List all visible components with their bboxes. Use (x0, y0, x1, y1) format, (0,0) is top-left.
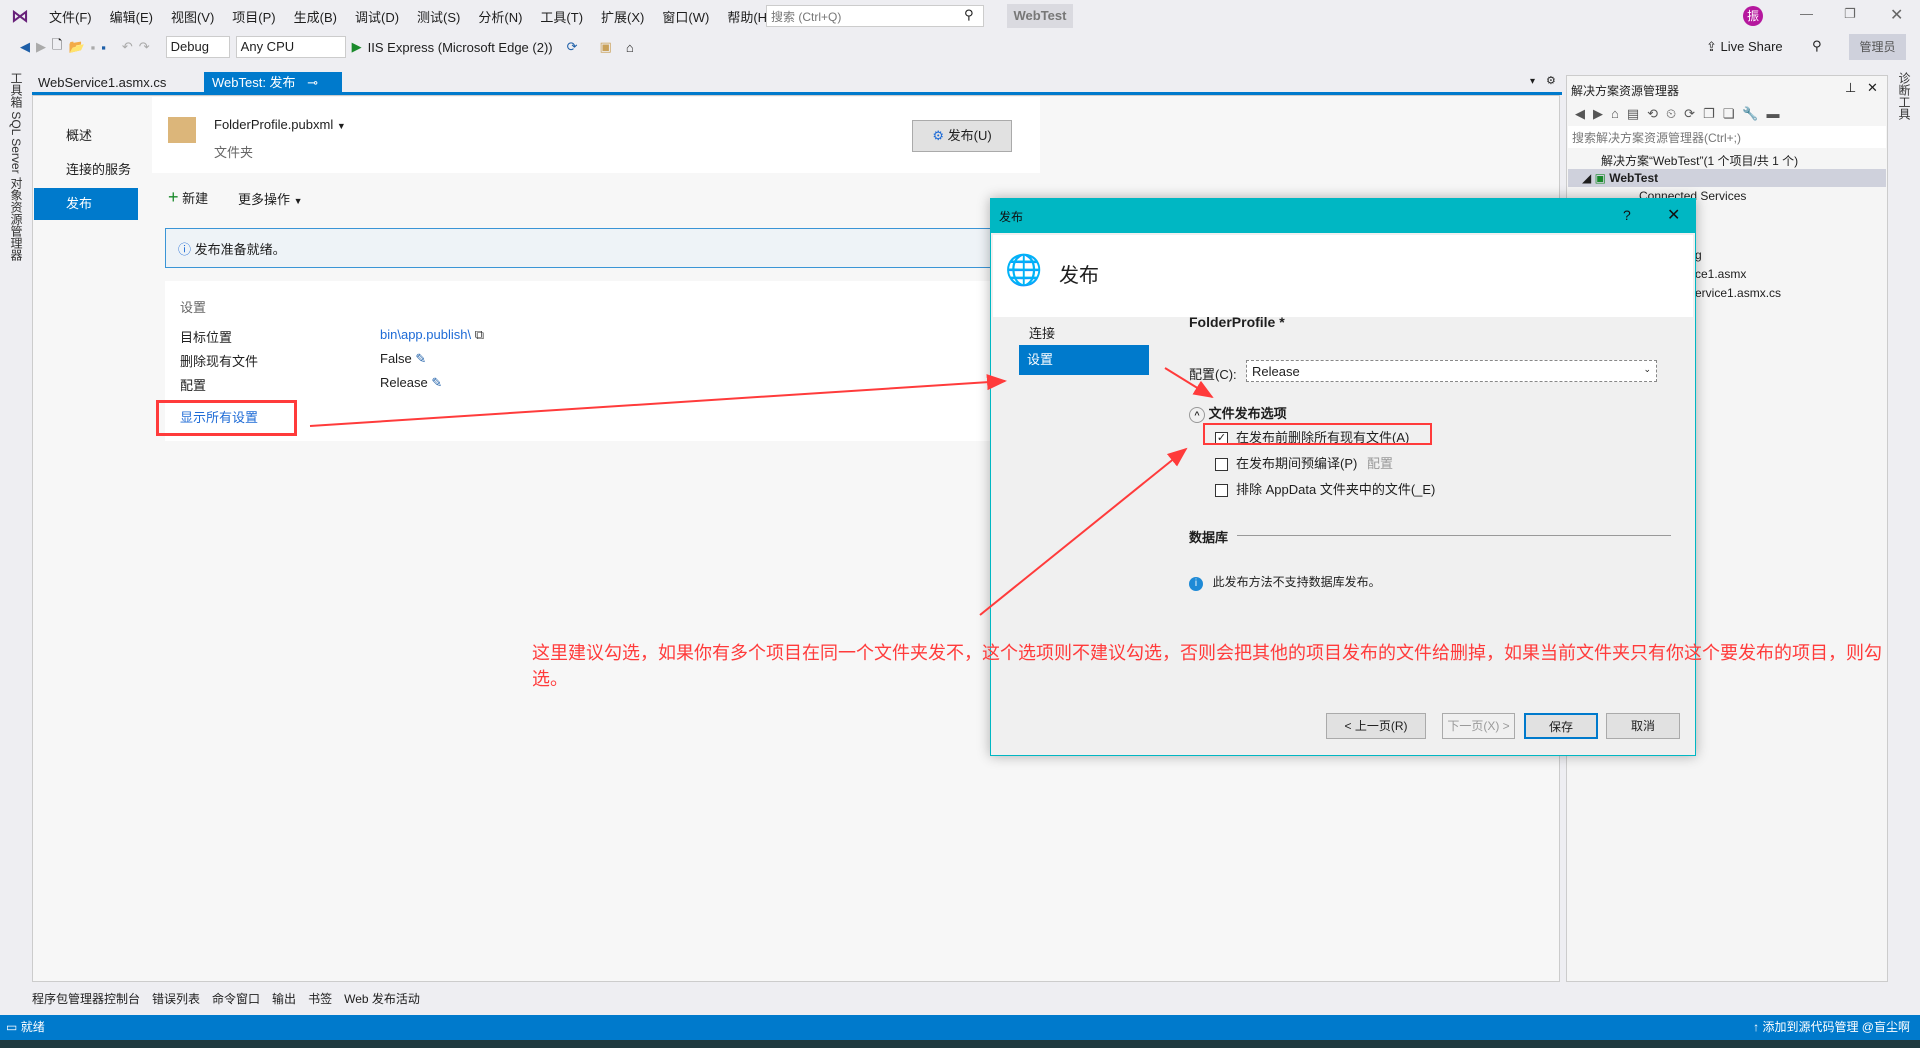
arrow-to-options (1164, 367, 1214, 399)
arrow-to-checkbox (979, 447, 1188, 616)
arrow-to-settings (309, 374, 1007, 427)
annotation-arrows (309, 367, 1214, 616)
